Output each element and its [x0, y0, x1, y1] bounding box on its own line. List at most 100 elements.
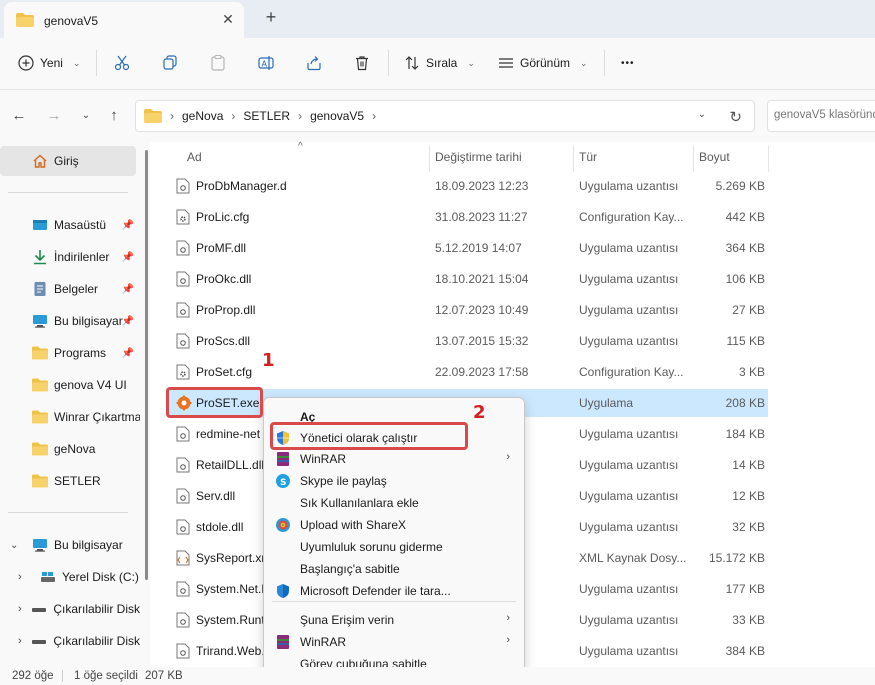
pin-icon[interactable]: 📌 — [122, 348, 134, 359]
item-count: 292 öğe — [12, 670, 54, 682]
sidebar-item-drive-c[interactable]: › Yerel Disk (C:) — [0, 562, 140, 592]
file-type: Uygulama uzantısı — [579, 334, 679, 348]
menu-item[interactable]: S Skype ile paylaş — [264, 470, 524, 492]
menu-item[interactable]: Sık Kullanılanlara ekle — [264, 492, 524, 514]
documents-icon — [34, 282, 46, 296]
recent-chevron-icon[interactable]: ⌄ — [77, 107, 95, 125]
file-row[interactable]: ProScs.dll 13.07.2015 15:32 Uygulama uzant… — [168, 327, 768, 355]
chevron-right-icon[interactable]: › — [18, 571, 40, 583]
column-size[interactable]: Boyut — [699, 150, 730, 170]
file-type: Configuration Kay... — [579, 365, 684, 379]
more-icon: ••• — [621, 57, 635, 69]
up-arrow-icon[interactable]: ↑ — [105, 107, 123, 125]
sidebar-item-removable-disk[interactable]: › Çıkarılabilir Disk — [0, 626, 140, 656]
divider — [8, 192, 128, 193]
sidebar-item-desktop[interactable]: Masaüstü 📌 — [0, 210, 140, 240]
cut-button[interactable] — [114, 50, 130, 76]
tab-genovav5[interactable]: genovaV5 ✕ — [4, 2, 244, 38]
file-row[interactable]: ProLic.cfg 31.08.2023 11:27 Configuration … — [168, 203, 768, 231]
menu-item[interactable]: WinRAR › — [264, 631, 524, 653]
breadcrumb-genovav5[interactable]: genovaV5 — [310, 109, 364, 123]
sidebar-item-this-pc[interactable]: Bu bilgisayar 📌 — [0, 306, 140, 336]
search-input[interactable]: genovaV5 klasöründe ara — [767, 100, 875, 132]
file-row[interactable]: ProMF.dll 5.12.2019 14:07 Uygulama uzantıs… — [168, 234, 768, 262]
sidebar-item-programs[interactable]: Programs 📌 — [0, 338, 140, 368]
sort-button[interactable]: Sırala ⌄ — [404, 50, 475, 76]
sidebar-item-label: Çıkarılabilir Disk — [53, 602, 140, 616]
copy-button[interactable] — [162, 50, 178, 76]
sidebar-item-removable-disk[interactable]: › Çıkarılabilir Disk — [0, 594, 140, 624]
file-row[interactable]: ProDbManager.dll 18.09.2023 12:23 Uygulama… — [168, 172, 768, 200]
rename-button[interactable]: A — [258, 50, 274, 76]
chevron-right-icon[interactable]: › — [18, 635, 31, 647]
column-divider[interactable] — [573, 146, 574, 172]
sidebar-item-this-pc-tree[interactable]: ⌄ Bu bilgisayar — [0, 530, 140, 560]
paste-button[interactable] — [210, 50, 226, 76]
back-arrow-icon[interactable]: ← — [10, 107, 28, 125]
column-name[interactable]: Ad — [187, 150, 202, 170]
dll-icon — [176, 612, 190, 631]
svg-text:A: A — [262, 60, 268, 69]
sidebar-item-genova-v4-ui[interactable]: genova V4 UI — [0, 370, 140, 400]
dll-icon — [176, 240, 190, 259]
tab-title: genovaV5 — [44, 14, 99, 28]
sidebar-item-downloads[interactable]: İndirilenler 📌 — [0, 242, 140, 272]
more-options-button[interactable]: ••• — [621, 50, 635, 76]
sharex-icon — [275, 517, 291, 533]
column-type[interactable]: Tür — [579, 150, 597, 170]
share-button[interactable] — [306, 50, 322, 76]
breadcrumb-genova[interactable]: geNova — [182, 109, 223, 123]
folder-icon — [32, 474, 48, 488]
column-divider[interactable] — [693, 146, 694, 172]
breadcrumb-setler[interactable]: SETLER — [243, 109, 290, 123]
chevron-right-icon[interactable]: › — [18, 603, 31, 615]
refresh-icon[interactable]: ↻ — [729, 108, 742, 126]
chevron-right-icon: › — [298, 109, 303, 123]
pin-icon[interactable]: 📌 — [122, 284, 134, 295]
pin-icon[interactable]: 📌 — [122, 220, 134, 231]
file-type: Uygulama uzantısı — [579, 489, 679, 503]
menu-item[interactable]: Şuna Erişim verin › — [264, 609, 524, 631]
view-button[interactable]: Görünüm ⌄ — [498, 50, 588, 76]
menu-item[interactable]: Upload with ShareX — [264, 514, 524, 536]
file-row[interactable]: ProSet.cfg 22.09.2023 17:58 Configuration … — [168, 358, 768, 386]
file-date: 5.12.2019 14:07 — [435, 241, 522, 255]
menu-item[interactable]: WinRAR › — [264, 448, 524, 470]
file-row[interactable]: ProProp.dll 12.07.2023 10:49 Uygulama uzan… — [168, 296, 768, 324]
pin-icon[interactable]: 📌 — [122, 316, 134, 327]
column-date[interactable]: Değiştirme tarihi — [435, 150, 522, 170]
file-type: Configuration Kay... — [579, 210, 684, 224]
close-tab-icon[interactable]: ✕ — [220, 11, 236, 27]
delete-button[interactable] — [354, 50, 370, 76]
sidebar-item-home[interactable]: Giriş — [0, 146, 136, 176]
column-divider[interactable] — [768, 146, 769, 172]
folder-icon — [32, 378, 48, 392]
file-size: 15.172 KB — [708, 551, 765, 565]
menu-item[interactable]: Başlangıç'a sabitle — [264, 558, 524, 580]
sidebar-item-genova[interactable]: geNova — [0, 434, 140, 464]
menu-item-label: Şuna Erişim verin — [300, 613, 395, 627]
menu-item[interactable]: Microsoft Defender ile tara... — [264, 580, 524, 602]
skype-icon: S — [275, 473, 291, 489]
sidebar-item-label: Belgeler — [54, 282, 99, 296]
file-row[interactable]: ProOkc.dll 18.10.2021 15:04 Uygulama uzant… — [168, 265, 768, 293]
file-type: Uygulama uzantısı — [579, 644, 679, 658]
address-dropdown-icon[interactable]: ⌄ — [698, 109, 706, 120]
file-name: ProLic.cfg — [196, 210, 250, 224]
new-button[interactable]: Yeni ⌄ — [18, 50, 80, 76]
sidebar-item-setler[interactable]: SETLER — [0, 466, 140, 496]
sidebar-scrollbar[interactable] — [145, 150, 148, 580]
sidebar-item-documents[interactable]: Belgeler 📌 — [0, 274, 140, 304]
chevron-down-icon[interactable]: ⌄ — [10, 540, 32, 551]
pin-icon[interactable]: 📌 — [122, 252, 134, 263]
address-bar[interactable]: › geNova › SETLER › genovaV5 › ⌄ ↻ — [135, 100, 755, 132]
chevron-down-icon: ⌄ — [72, 57, 81, 68]
new-tab-button[interactable]: + — [262, 8, 280, 26]
sidebar-item-winrar[interactable]: Winrar Çıkartma — [0, 402, 140, 432]
view-list-icon — [499, 58, 513, 68]
menu-item[interactable]: Uyumluluk sorunu giderme — [264, 536, 524, 558]
column-divider[interactable] — [429, 146, 430, 172]
home-icon — [33, 154, 47, 168]
forward-arrow-icon[interactable]: → — [45, 107, 63, 125]
menu-item-label: Upload with ShareX — [300, 518, 407, 532]
